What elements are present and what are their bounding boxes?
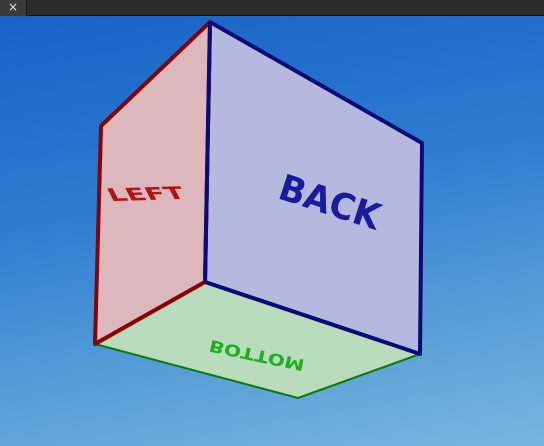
close-button[interactable]: × — [0, 0, 27, 16]
left-face-label: LEFT — [103, 183, 189, 205]
cube-viewer-window: × LEFT BACK BOTTOM — [0, 0, 544, 446]
cube-scene: LEFT BACK BOTTOM — [93, 20, 424, 399]
3d-viewport[interactable]: LEFT BACK BOTTOM — [0, 16, 544, 446]
title-bar: × — [0, 0, 544, 16]
